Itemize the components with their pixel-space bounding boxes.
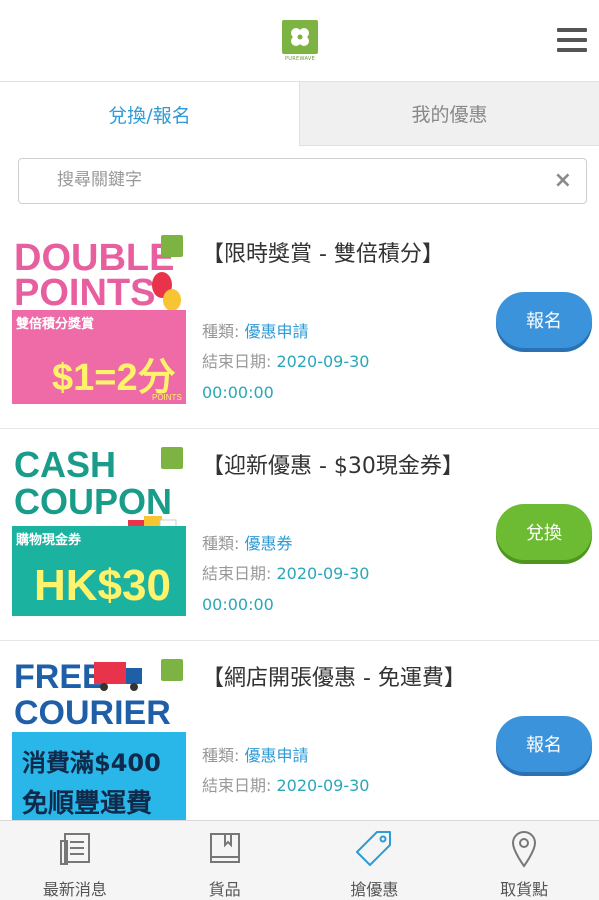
banner-subtitle: 購物現金券 [15,532,82,548]
banner-text-line2: COUPON [14,481,172,522]
nav-label: 取貨點 [500,880,549,899]
banner-subtitle-2: 免順豐運費 [22,788,152,819]
nav-item-news[interactable]: 最新消息 [0,821,150,900]
banner-text-line1: FREE [14,658,105,696]
search-box: × [18,158,587,204]
tag-icon [355,828,393,870]
offer-list: DOUBLE POINTS 雙倍積分獎賞 $1=2分 POINTS 【限時獎賞 … [0,217,599,820]
offer-end-date: 結束日期: 2020-09-30 [202,776,369,796]
offer-type: 種類: 優惠申請 [202,746,309,766]
bottom-navigation: 最新消息 貨品 搶優惠 取貨點 [0,820,599,900]
offer-title: 【限時獎賞 - 雙倍積分】 [202,242,444,267]
end-date-label: 結束日期: [202,352,272,371]
type-value: 優惠申請 [244,322,309,341]
banner-text-line1: CASH [14,444,116,485]
banner-text-line2: POINTS [14,272,155,314]
brand-badge-icon [161,235,183,257]
news-icon [58,828,92,870]
offer-title: 【迎新優惠 - $30現金券】 [202,454,464,479]
search-input[interactable] [57,170,537,190]
offer-item[interactable]: CASH COUPON 購物現金券 HK$30 【迎新優惠 - $30現金券】 … [0,429,599,641]
nav-item-pickup-points[interactable]: 取貨點 [449,821,599,900]
register-button[interactable]: 報名 [496,292,592,348]
brand-logo[interactable]: PUREWAVE [282,20,318,62]
offer-item[interactable]: FREE COURIER 消費滿$400 免順豐運費 【網店開張優惠 - 免運費… [0,641,599,820]
end-time-value: 00:00:00 [202,595,274,614]
clear-search-icon[interactable]: × [554,169,572,193]
type-label: 種類: [202,534,240,553]
nav-item-offers[interactable]: 搶優惠 [300,821,450,900]
redeem-button[interactable]: 兌換 [496,504,592,560]
free-courier-banner-image: FREE COURIER 消費滿$400 免順豐運費 [12,654,186,820]
brand-badge-icon [161,447,183,469]
app-header: PUREWAVE [0,0,599,82]
offer-title: 【網店開張優惠 - 免運費】 [202,666,466,691]
offer-item[interactable]: DOUBLE POINTS 雙倍積分獎賞 $1=2分 POINTS 【限時獎賞 … [0,217,599,429]
offer-end-date: 結束日期: 2020-09-30 [202,564,369,584]
banner-subtitle: 雙倍積分獎賞 [16,316,94,332]
banner-text-line2: COURIER [14,694,171,732]
clover-logo-icon [282,20,318,54]
tab-bar: 兌換/報名 我的優惠 [0,82,599,146]
cash-coupon-banner-image: CASH COUPON 購物現金券 HK$30 [12,442,186,616]
type-value: 優惠申請 [244,746,309,765]
location-pin-icon [509,828,539,870]
type-label: 種類: [202,746,240,765]
nav-label: 搶優惠 [350,880,399,899]
banner-big-text: HK$30 [34,561,171,610]
banner-small-text: POINTS [152,393,182,402]
end-date-value: 2020-09-30 [276,352,370,371]
end-date-label: 結束日期: [202,564,272,583]
end-date-value: 2020-09-30 [276,564,370,583]
book-icon [208,828,242,870]
nav-label: 貨品 [208,880,241,899]
logo-text: PUREWAVE [284,56,316,62]
hamburger-menu-icon[interactable] [557,28,587,54]
end-date-label: 結束日期: [202,776,272,795]
offer-type: 種類: 優惠券 [202,534,293,554]
type-value: 優惠券 [244,534,293,553]
nav-item-products[interactable]: 貨品 [150,821,300,900]
end-time-value: 00:00:00 [202,383,274,402]
end-date-value: 2020-09-30 [276,776,370,795]
brand-badge-icon [161,659,183,681]
banner-subtitle: 消費滿$400 [22,749,161,777]
type-label: 種類: [202,322,240,341]
nav-label: 最新消息 [42,880,107,899]
register-button[interactable]: 報名 [496,716,592,772]
tab-my-offers[interactable]: 我的優惠 [300,82,599,146]
tab-redeem-register[interactable]: 兌換/報名 [0,82,300,146]
offer-type: 種類: 優惠申請 [202,322,309,342]
offer-end-date: 結束日期: 2020-09-30 [202,352,369,372]
double-points-banner-image: DOUBLE POINTS 雙倍積分獎賞 $1=2分 POINTS [12,230,186,404]
